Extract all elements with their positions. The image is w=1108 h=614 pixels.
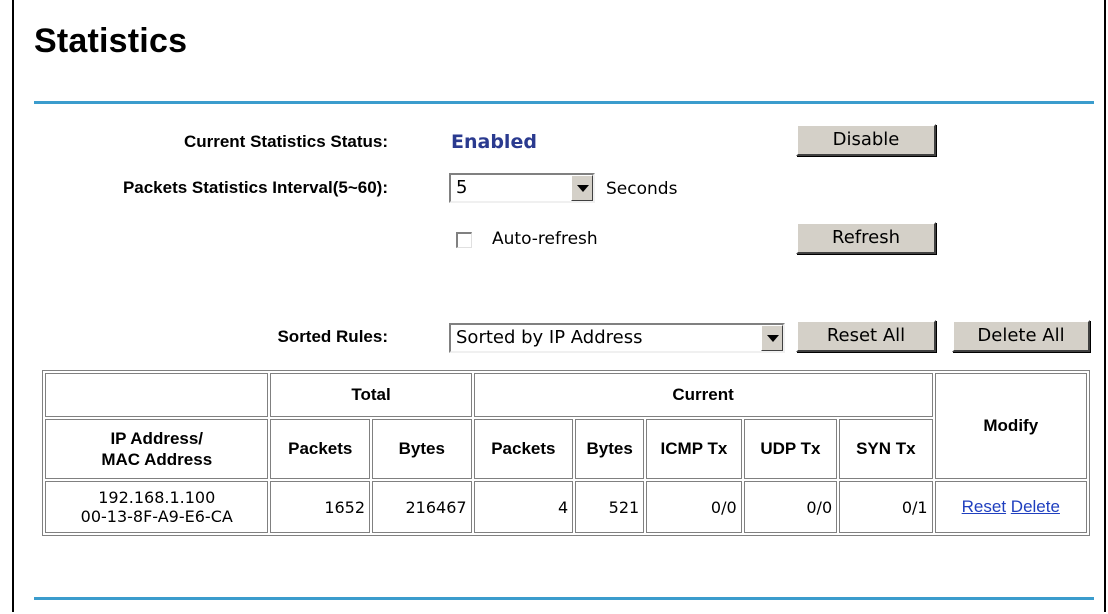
table-header-total-packets: Packets: [270, 419, 371, 479]
row-reset-link[interactable]: Reset: [962, 497, 1006, 516]
table-cell-current-packets: 4: [473, 481, 574, 533]
chevron-down-icon[interactable]: [571, 175, 593, 201]
table-row: 192.168.1.100 00-13-8F-A9-E6-CA 1652 216…: [45, 481, 1087, 533]
sorted-rules-select[interactable]: Sorted by IP Address: [449, 323, 785, 353]
table-header-address-line2: MAC Address: [101, 450, 213, 469]
disable-button[interactable]: Disable: [796, 124, 936, 156]
table-cell-modify: Reset Delete: [934, 481, 1087, 533]
table-cell-syn-tx: 0/1: [839, 481, 933, 533]
table-header-current: Current: [473, 373, 933, 417]
table-header-address: IP Address/ MAC Address: [45, 419, 269, 479]
table-cell-mac: 00-13-8F-A9-E6-CA: [80, 507, 233, 526]
table-cell-current-bytes: 521: [575, 481, 645, 533]
delete-all-button[interactable]: Delete All: [952, 320, 1090, 352]
table-header-udp-tx: UDP Tx: [743, 419, 838, 479]
table-header-current-bytes: Bytes: [575, 419, 645, 479]
table-header-total-bytes: Bytes: [372, 419, 472, 479]
table-cell-udp-tx: 0/0: [743, 481, 838, 533]
sorted-rules-select-value: Sorted by IP Address: [456, 327, 643, 348]
status-label: Current Statistics Status:: [183, 132, 388, 151]
status-value: Enabled: [451, 131, 537, 153]
table-header-total: Total: [270, 373, 472, 417]
table-header-syn-tx: SYN Tx: [839, 419, 933, 479]
sorted-rules-label: Sorted Rules:: [277, 327, 388, 346]
interval-select[interactable]: 5: [449, 173, 595, 203]
autorefresh-label: Auto-refresh: [492, 229, 598, 249]
bottom-divider: [34, 597, 1094, 600]
table-cell-ip: 192.168.1.100: [98, 488, 216, 507]
statistics-table: Total Current Modify IP Address/ MAC Add…: [42, 370, 1090, 536]
autorefresh-checkbox[interactable]: [456, 232, 472, 248]
table-cell-total-bytes: 216467: [372, 481, 472, 533]
table-cell-total-packets: 1652: [270, 481, 371, 533]
top-divider: [34, 101, 1094, 104]
chevron-down-icon[interactable]: [761, 325, 783, 351]
table-header-empty: [45, 373, 269, 417]
reset-all-button[interactable]: Reset All: [796, 320, 936, 352]
table-header-address-line1: IP Address/: [110, 429, 204, 448]
interval-select-value: 5: [456, 177, 468, 198]
table-header-icmp-tx: ICMP Tx: [646, 419, 742, 479]
page-title: Statistics: [34, 22, 188, 60]
table-cell-icmp-tx: 0/0: [646, 481, 742, 533]
seconds-label: Seconds: [606, 179, 678, 199]
interval-label: Packets Statistics Interval(5~60):: [122, 178, 388, 197]
row-delete-link[interactable]: Delete: [1011, 497, 1060, 516]
table-header-modify: Modify: [934, 373, 1087, 479]
table-cell-address: 192.168.1.100 00-13-8F-A9-E6-CA: [45, 481, 269, 533]
refresh-button[interactable]: Refresh: [796, 222, 936, 254]
table-header-current-packets: Packets: [473, 419, 574, 479]
